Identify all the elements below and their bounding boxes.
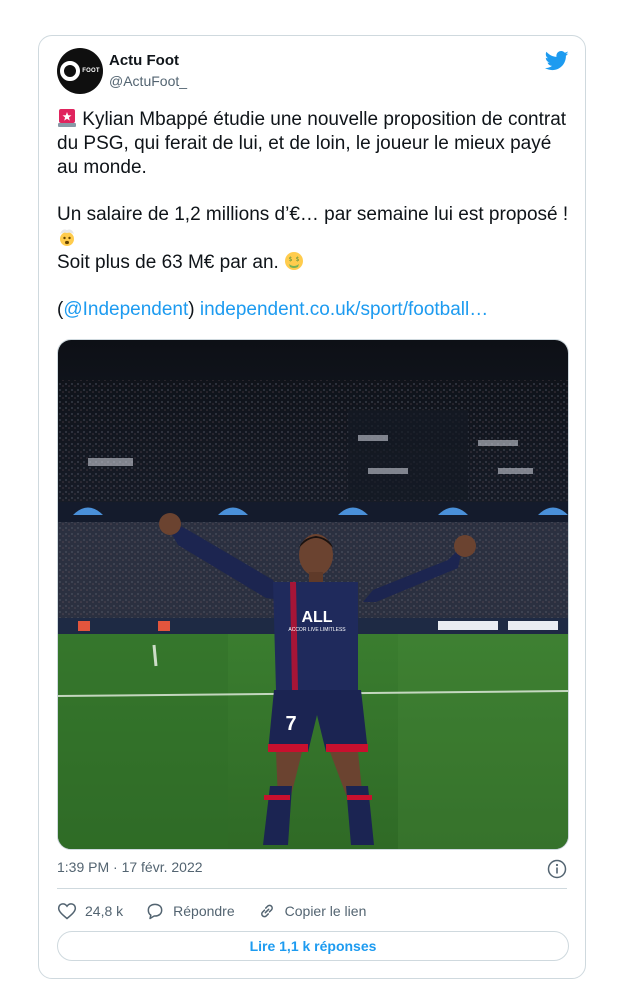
tweet-photo[interactable]: ALL ACCOR LIVE LIMITLESS 7 [57,339,569,850]
heart-icon [57,903,77,920]
avatar[interactable]: FOOT [57,48,103,94]
like-count: 24,8 k [85,903,124,919]
article-link[interactable]: independent.co.uk/sport/football… [200,299,488,320]
like-button[interactable]: 24,8 k [57,901,123,921]
tweet-paragraph-4: (@Independent) independent.co.uk/sport/f… [57,298,569,322]
link-icon [260,904,273,918]
mention-close-paren: ) [188,299,195,320]
tweet-card: FOOT Actu Foot @ActuFoot_ Kylian Mbappé … [38,35,586,979]
read-replies-button[interactable]: Lire 1,1 k réponses [57,931,569,961]
twitter-bird-icon[interactable] [545,50,569,72]
action-bar: 24,8 k Répondre Copier le lien [57,901,388,921]
jersey-sponsor: ALL [301,609,332,626]
actions-divider [57,888,567,889]
tweet-line-1: Kylian Mbappé étudie une nouvelle propos… [57,109,567,178]
reply-button[interactable]: Répondre [145,901,235,921]
money-mouth-icon: $ $ [285,252,304,270]
svg-text:$: $ [289,256,293,263]
jersey-subtext: ACCOR LIVE LIMITLESS [288,627,346,633]
author-name[interactable]: Actu Foot [109,52,179,69]
info-icon[interactable] [547,859,567,879]
rotating-light-icon [58,109,76,127]
tweet-paragraph-1: Kylian Mbappé étudie une nouvelle propos… [57,108,569,180]
copy-link-button[interactable]: Copier le lien [257,901,367,921]
copy-link-label: Copier le lien [284,903,367,919]
svg-text:$: $ [296,256,300,263]
author-handle[interactable]: @ActuFoot_ [109,73,187,89]
tweet-text: Kylian Mbappé étudie une nouvelle propos… [57,108,569,322]
reply-label: Répondre [173,903,235,919]
comment-icon [147,903,163,920]
tweet-line-3: Soit plus de 63 M€ par an. [57,252,285,273]
tweet-line-2: Un salaire de 1,2 millions d’€… par sema… [57,204,569,225]
tweet-paragraph-2: Un salaire de 1,2 millions d’€… par sema… [57,203,569,251]
mention-link[interactable]: @Independent [63,299,188,320]
jersey-number: 7 [285,713,296,735]
exploding-head-icon [60,229,74,246]
tweet-paragraph-3: Soit plus de 63 M€ par an. $ $ [57,251,569,275]
avatar-logo-ring [60,61,81,81]
avatar-logo-text: FOOT [82,68,100,74]
tweet-timestamp[interactable]: 1:39 PM · 17 févr. 2022 [57,859,203,875]
